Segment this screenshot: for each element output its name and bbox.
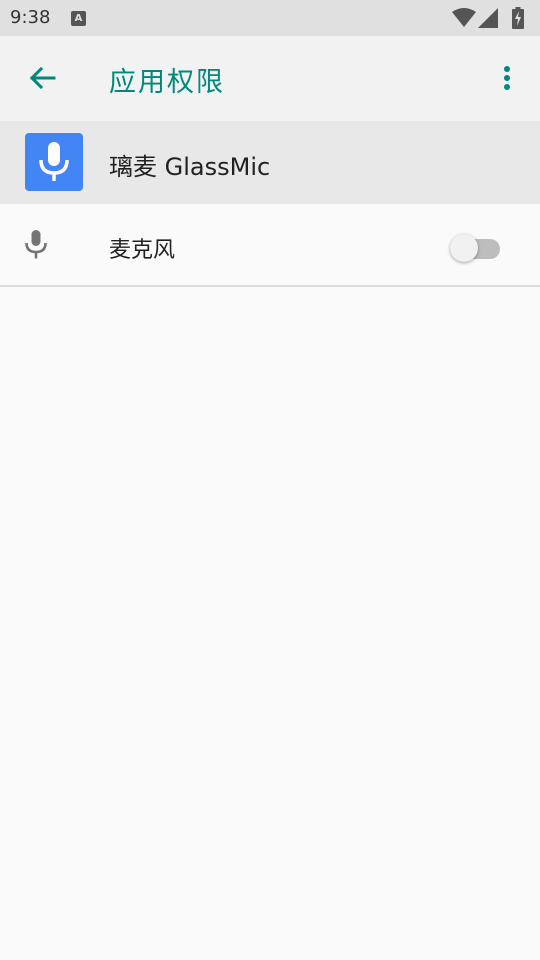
arrow-back-icon (29, 66, 56, 90)
back-button[interactable] (18, 56, 66, 100)
page-title: 应用权限 (109, 67, 225, 98)
cell-signal-icon (478, 8, 498, 28)
status-icons (452, 7, 532, 29)
permission-label: 麦克风 (109, 238, 176, 263)
divider (0, 285, 540, 287)
app-header: 璃麦 GlassMic (0, 121, 540, 204)
permission-toggle[interactable] (450, 230, 502, 262)
battery-icon (512, 7, 524, 29)
permission-row-microphone[interactable]: 麦克风 (0, 204, 540, 286)
notification-icon: A (71, 11, 86, 26)
app-icon (25, 133, 83, 191)
status-bar: 9:38 A (0, 0, 540, 36)
more-vert-icon (504, 66, 510, 90)
overflow-menu-button[interactable] (492, 56, 522, 100)
toggle-thumb (450, 234, 478, 262)
microphone-icon (25, 230, 47, 259)
app-bar: 应用权限 (0, 36, 540, 121)
app-name: 璃麦 GlassMic (109, 153, 271, 181)
status-time: 9:38 (10, 7, 51, 28)
wifi-icon (452, 8, 476, 27)
microphone-icon (39, 142, 69, 181)
